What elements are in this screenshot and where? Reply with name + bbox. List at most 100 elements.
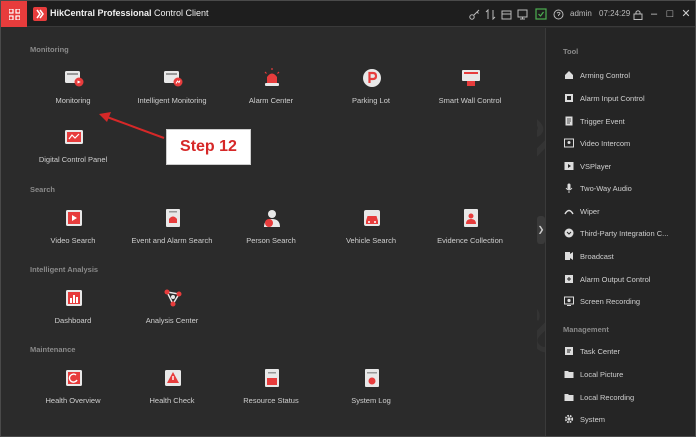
tool-item-broadcast[interactable]: Broadcast (564, 249, 692, 263)
tool-item-vsplayer[interactable]: VSPlayer (564, 159, 692, 173)
tile-resource-status[interactable]: Resource Status (221, 366, 321, 416)
task-center-icon (564, 346, 574, 356)
app-title: HikCentral Professional Control Client (50, 8, 209, 18)
transfer-icon[interactable] (483, 7, 497, 21)
tool-item-two-way-audio[interactable]: Two-Way Audio (564, 181, 692, 195)
alarm-center-icon (264, 68, 280, 86)
tool-item-label: Arming Control (580, 70, 631, 80)
lock-icon[interactable] (631, 7, 645, 21)
tool-item-screen-recording[interactable]: Screen Recording (564, 294, 692, 308)
tool-item-label: Trigger Event (580, 116, 625, 126)
tile-system-log[interactable]: System Log (321, 366, 421, 416)
tile-alarm-center[interactable]: Alarm Center (221, 66, 321, 116)
local-picture-icon (564, 369, 574, 379)
management-item-label: Local Picture (580, 369, 624, 379)
tile-label: Evidence Collection (437, 236, 503, 245)
evidence-collection-icon (464, 209, 478, 227)
help-icon[interactable] (551, 7, 565, 21)
health-overview-icon (66, 370, 82, 386)
microphone-icon (564, 183, 574, 193)
health-check-icon (165, 370, 181, 386)
tile-label: Parking Lot (352, 96, 390, 105)
tile-label: System Log (351, 396, 391, 405)
tile-dashboard[interactable]: Dashboard (23, 286, 123, 336)
tile-smart-wall-control[interactable]: Smart Wall Control (420, 66, 520, 116)
tile-label: Smart Wall Control (438, 96, 502, 105)
tool-item-third-party-integration[interactable]: Third-Party Integration C... (564, 226, 692, 240)
gear-icon (564, 414, 574, 424)
tool-item-wiper[interactable]: Wiper (564, 204, 692, 218)
tile-health-check[interactable]: Health Check (122, 366, 222, 416)
tool-item-label: Broadcast (580, 251, 614, 261)
monitoring-icon (65, 71, 84, 87)
tile-label: Dashboard (54, 316, 92, 325)
tile-analysis-center[interactable]: Analysis Center (122, 286, 222, 336)
intelligent-monitoring-icon (164, 71, 183, 87)
tile-label: Alarm Center (248, 96, 294, 105)
management-item-local-recording[interactable]: Local Recording (564, 390, 692, 404)
tile-monitoring[interactable]: Monitoring (23, 66, 123, 116)
tool-item-label: VSPlayer (580, 161, 612, 171)
alarm-icon[interactable] (534, 7, 548, 21)
tile-vehicle-search[interactable]: Vehicle Search (321, 206, 421, 256)
minimize-button[interactable]: – (647, 6, 661, 22)
tile-intelligent-monitoring[interactable]: Intelligent Monitoring (122, 66, 222, 116)
display-icon[interactable] (515, 7, 529, 21)
panel-collapse-handle[interactable]: ❯ (537, 216, 545, 244)
clock: 07:24:29 (599, 9, 631, 18)
tile-label: Digital Control Panel (38, 155, 108, 164)
management-item-label: Task Center (580, 346, 621, 356)
restore-button[interactable]: □ (663, 6, 677, 22)
video-search-icon (66, 210, 82, 226)
tool-item-alarm-input-control[interactable]: Alarm Input Control (564, 91, 692, 105)
tile-video-search[interactable]: Video Search (23, 206, 123, 256)
section-title-maintenance: Maintenance (30, 345, 76, 354)
video-intercom-icon (564, 138, 574, 148)
wiper-icon (564, 206, 574, 216)
tool-item-label: Alarm Input Control (580, 93, 645, 103)
tile-label: Analysis Center (145, 316, 199, 325)
management-item-system[interactable]: System (564, 412, 692, 426)
tool-item-trigger-event[interactable]: Trigger Event (564, 114, 692, 128)
app-window: SECURITY SECURITY SECURITY SECURITY SECU… (0, 0, 696, 437)
tile-evidence-collection[interactable]: Evidence Collection (420, 206, 520, 256)
home-menu-button[interactable] (1, 1, 27, 27)
analysis-center-icon (164, 289, 182, 307)
tile-health-overview[interactable]: Health Overview (23, 366, 123, 416)
tool-panel: Tool Arming Control Alarm Input Control … (545, 28, 695, 436)
tile-label: Vehicle Search (345, 236, 397, 245)
parking-lot-icon (363, 69, 381, 87)
tool-item-alarm-output-control[interactable]: Alarm Output Control (564, 272, 692, 286)
key-icon[interactable] (467, 7, 481, 21)
integration-icon (564, 228, 574, 238)
management-item-label: Local Recording (580, 392, 635, 402)
chevron-right-icon: ❯ (537, 225, 545, 234)
tile-label: Event and Alarm Search (131, 236, 213, 245)
tool-item-label: Alarm Output Control (580, 274, 651, 284)
tool-item-arming-control[interactable]: Arming Control (564, 68, 692, 82)
management-item-label: System (580, 414, 606, 424)
tile-label: Intelligent Monitoring (137, 96, 207, 105)
home-shield-icon (564, 70, 574, 80)
tile-event-alarm-search[interactable]: Event and Alarm Search (122, 206, 222, 256)
tool-item-video-intercom[interactable]: Video Intercom (564, 136, 692, 150)
person-search-icon (264, 210, 280, 227)
section-title-monitoring: Monitoring (30, 45, 69, 54)
tile-parking-lot[interactable]: Parking Lot (321, 66, 421, 116)
tile-digital-control-panel[interactable]: Digital Control Panel (23, 125, 123, 175)
digital-control-panel-icon (65, 130, 83, 144)
close-button[interactable]: ✕ (679, 6, 693, 22)
section-title-management: Management (563, 325, 609, 334)
section-title-search: Search (30, 185, 56, 194)
management-item-local-picture[interactable]: Local Picture (564, 367, 692, 381)
current-user[interactable]: admin (570, 9, 592, 18)
tile-person-search[interactable]: Person Search (221, 206, 321, 256)
tile-label: Person Search (246, 236, 296, 245)
module-launcher: Monitoring Monitoring Intelligent Monito… (1, 28, 537, 436)
management-item-task-center[interactable]: Task Center (564, 344, 692, 358)
archive-icon[interactable] (499, 7, 513, 21)
tool-item-label: Third-Party Integration C... (580, 228, 669, 238)
vehicle-search-icon (364, 210, 380, 226)
screen-recording-icon (564, 296, 574, 306)
tool-item-label: Two-Way Audio (580, 183, 632, 193)
